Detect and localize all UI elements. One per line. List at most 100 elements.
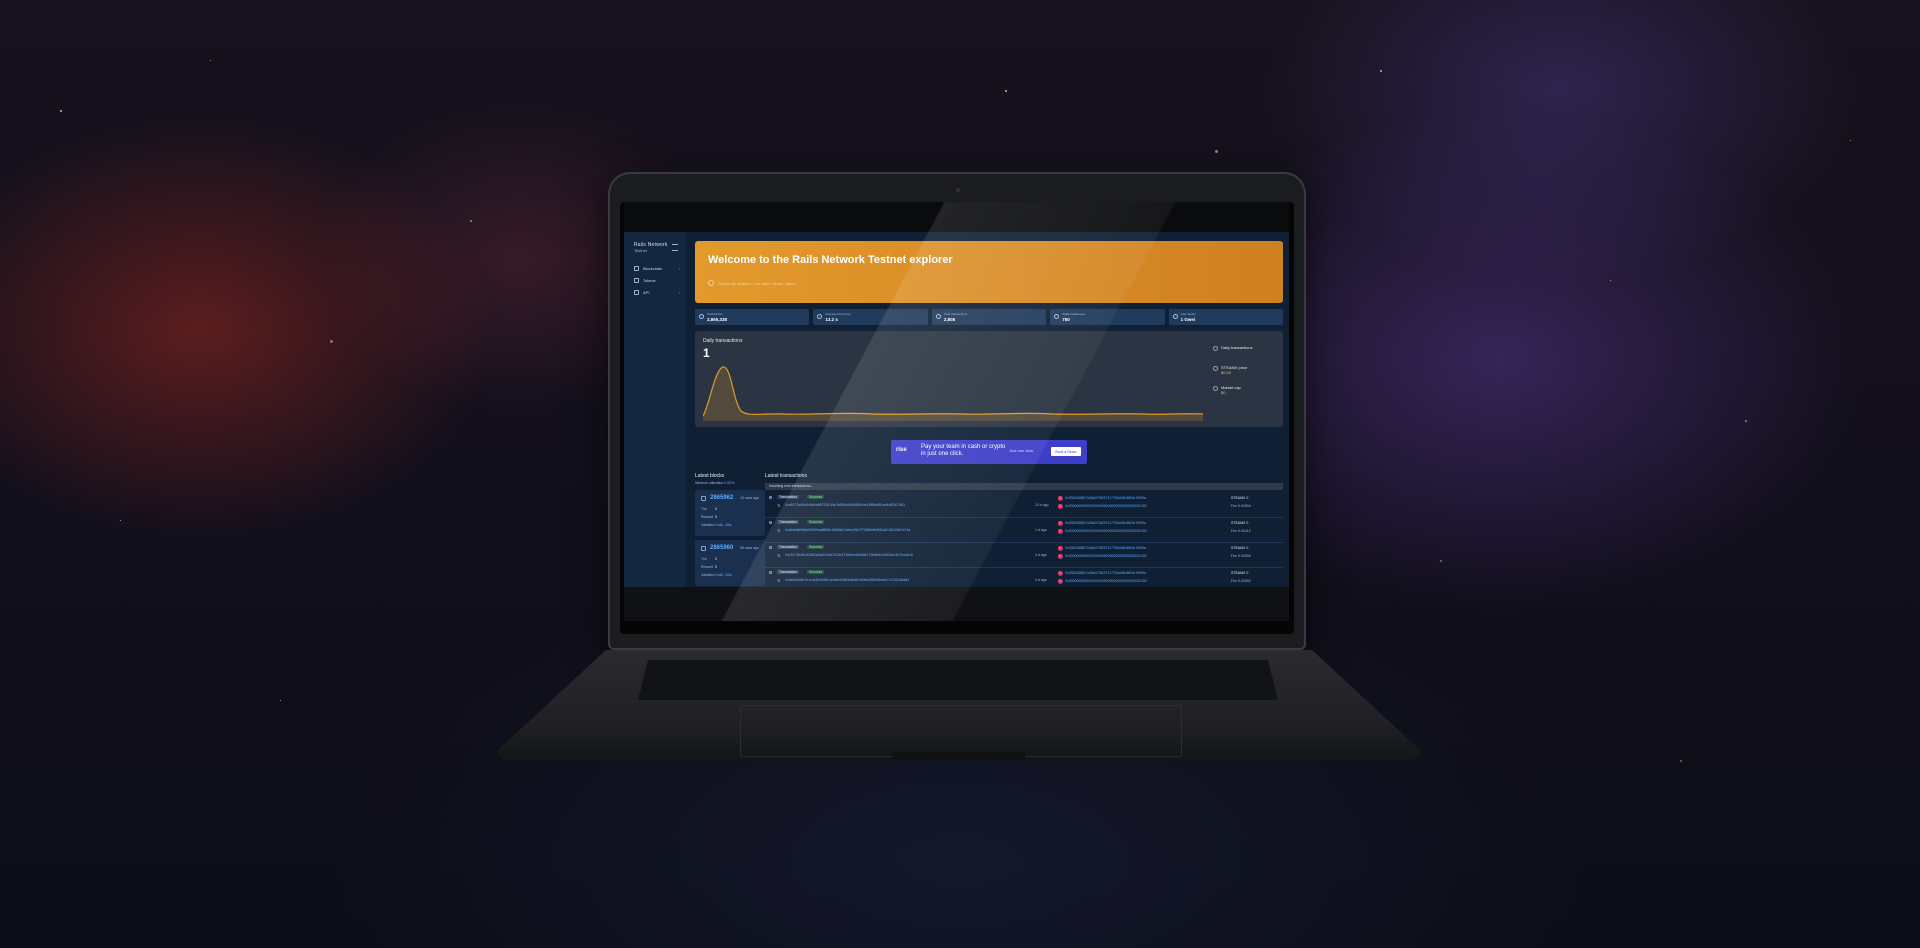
transaction-row[interactable]: Transaction Success ⇅ 0x4ba9db9d5a93669c… bbox=[765, 518, 1283, 543]
block-reward-value: 0 bbox=[715, 565, 717, 569]
transaction-hash-link[interactable]: 0x4ba9db9d5a93669ca6845e10866a7cf4ec93c7… bbox=[785, 528, 910, 532]
to-address-link[interactable]: 0x00000000000000000000000000000000000010… bbox=[1065, 504, 1147, 508]
transfer-icon: ⇅ bbox=[777, 553, 781, 558]
avatar bbox=[1058, 546, 1063, 551]
chart-line bbox=[703, 366, 1203, 417]
stat-gas-tracker[interactable]: Gas tracker 1 Gwei bbox=[1168, 309, 1284, 325]
latest-transactions-title: Latest transactions bbox=[765, 473, 807, 479]
block-validator-row: Validator0xa8...3f4c bbox=[701, 523, 732, 527]
search-input[interactable]: Search by address / txn hash / block / t… bbox=[708, 276, 1268, 290]
transaction-hash-link[interactable]: 0x9eb4a06b7e1c4c3b2d99c1ee6e4096f1a6c8c3… bbox=[785, 578, 909, 582]
block-txn-row: Txn 0 bbox=[701, 507, 717, 511]
avatar bbox=[1058, 529, 1063, 534]
star bbox=[1380, 70, 1382, 72]
from-address-link[interactable]: 0x0D8308867445a0726f37917763d4648f43c7b0… bbox=[1065, 571, 1146, 575]
transaction-value: STEAMX 0 bbox=[1231, 546, 1249, 550]
from-address-link[interactable]: 0x0D8308867445a0726f37917763d4648f43c7b0… bbox=[1065, 546, 1146, 550]
ad-logo: rise bbox=[896, 447, 907, 453]
stat-label: Wallet addresses bbox=[1062, 312, 1086, 316]
transaction-status-tag: Success bbox=[807, 495, 825, 499]
star bbox=[120, 520, 121, 521]
transaction-value: STEAMX 0 bbox=[1231, 521, 1249, 525]
star bbox=[1215, 150, 1218, 153]
transaction-age: 13 h ago bbox=[1035, 503, 1049, 507]
transaction-row[interactable]: Transaction Success ⇅ 0x16179bd8142d82a0… bbox=[765, 543, 1283, 568]
stat-label: Average block time bbox=[825, 312, 851, 316]
star bbox=[1745, 420, 1747, 422]
transaction-type-icon bbox=[769, 571, 772, 574]
hero-banner: Welcome to the Rails Network Testnet exp… bbox=[695, 241, 1283, 303]
block-validator-link[interactable]: 0xa8...3f4c bbox=[715, 573, 732, 577]
sidebar-item-api[interactable]: API › bbox=[634, 288, 680, 296]
avatar bbox=[1058, 579, 1063, 584]
ad-cta-button[interactable]: Book a Demo bbox=[1051, 447, 1081, 456]
legend-label: Daily transactions bbox=[1221, 345, 1253, 350]
laptop-keyboard bbox=[638, 660, 1278, 700]
to-address-link[interactable]: 0x00000000000000000000000000000000000010… bbox=[1065, 579, 1147, 583]
menu-toggle-icon[interactable] bbox=[672, 244, 678, 251]
transaction-hash-link[interactable]: 0x16179bd8142d82a0a57e4b0701b471f9ebeb9d… bbox=[785, 553, 913, 557]
camera-icon bbox=[956, 188, 960, 192]
ad-banner[interactable]: rise Pay your team in cash or crypto in … bbox=[891, 440, 1087, 464]
page-title: Welcome to the Rails Network Testnet exp… bbox=[708, 254, 953, 266]
block-number[interactable]: 2865962 bbox=[710, 495, 733, 501]
block-txn-value: 0 bbox=[715, 507, 717, 511]
blockchain-icon bbox=[634, 265, 639, 271]
block-reward-label: Reward bbox=[701, 515, 714, 519]
transaction-type-icon bbox=[769, 496, 772, 499]
star bbox=[1005, 90, 1007, 92]
star bbox=[210, 60, 211, 61]
block-age: 55 secs ago bbox=[740, 546, 759, 550]
transactions-icon bbox=[935, 314, 941, 319]
transaction-fee: Fee 0.00412 bbox=[1231, 529, 1251, 533]
avatar bbox=[1058, 496, 1063, 501]
avatar bbox=[1058, 504, 1063, 509]
transaction-row[interactable]: Transaction Success ⇅ 0xe8172b69cfb0bf4d… bbox=[765, 493, 1283, 518]
transaction-fee: Fee 0.00904 bbox=[1231, 504, 1251, 508]
from-address-link[interactable]: 0x0D8308867445a0726f37917763d4648f43c7b0… bbox=[1065, 521, 1146, 525]
block-card[interactable]: 2865960 55 secs ago Txn 0 Reward 0 Validat… bbox=[695, 540, 765, 586]
search-placeholder: Search by address / txn hash / block / t… bbox=[718, 280, 799, 286]
to-address-link[interactable]: 0x00000000000000000000000000000000000010… bbox=[1065, 529, 1147, 533]
legend-daily-transactions: Daily transactions bbox=[1213, 345, 1253, 351]
block-validator-label: Validator bbox=[701, 523, 715, 527]
transaction-type-tag: Transaction bbox=[777, 570, 800, 574]
transaction-age: 4 d ago bbox=[1035, 578, 1047, 582]
api-icon bbox=[634, 289, 639, 295]
transaction-fee: Fee 0.00900 bbox=[1231, 579, 1251, 583]
block-card[interactable]: 2865962 10 secs ago Txn 0 Reward 0 Validat… bbox=[695, 490, 765, 536]
block-validator-link[interactable]: 0xa8...3f4c bbox=[715, 523, 732, 527]
network-utilization-value: 0.00% bbox=[724, 481, 735, 485]
transaction-value: STEAMX 0 bbox=[1231, 496, 1249, 500]
transaction-type-icon bbox=[769, 521, 772, 524]
transaction-value: STEAMX 0 bbox=[1231, 571, 1249, 575]
ad-text: Pay your team in cash or crypto in just … bbox=[921, 444, 1006, 457]
network-utilization: Network utilization 0.00% bbox=[695, 481, 734, 485]
stat-label: Gas tracker bbox=[1180, 312, 1197, 316]
app-logo-subtitle: Testnet bbox=[634, 248, 647, 253]
stat-value: 2,808 bbox=[943, 317, 956, 322]
transaction-row[interactable]: Transaction Success ⇅ 0x9eb4a06b7e1c4c3b… bbox=[765, 568, 1283, 587]
search-icon bbox=[708, 280, 714, 286]
laptop-screen: Rails Network Testnet Blockchain › Token… bbox=[624, 232, 1289, 587]
block-reward-row: Reward 0 bbox=[701, 565, 717, 569]
transaction-age: 1 d ago bbox=[1035, 528, 1047, 532]
to-address-link[interactable]: 0x00000000000000000000000000000000000010… bbox=[1065, 554, 1147, 558]
block-number[interactable]: 2865960 bbox=[710, 545, 733, 551]
star bbox=[1440, 560, 1442, 562]
stats-row: Total blocks 2,865,338 Average block tim… bbox=[695, 309, 1284, 325]
ad-subtext: Just one click. bbox=[1009, 448, 1035, 453]
laptop-trackpad bbox=[740, 705, 1182, 757]
legend-steamx-price: STEAMX price $0.00 bbox=[1213, 365, 1247, 375]
sidebar-item-tokens[interactable]: Tokens bbox=[634, 276, 680, 284]
block-icon bbox=[701, 496, 706, 501]
from-address-link[interactable]: 0x0D8308867445a0726f37917763d4648f43c7b0… bbox=[1065, 496, 1146, 500]
transfer-icon: ⇅ bbox=[777, 578, 781, 583]
transaction-hash-link[interactable]: 0xe8172b69cfb0bf4db872261f9e1b80fdd0f5d5… bbox=[785, 503, 905, 507]
incoming-transactions-notice: Incoming new transactions... bbox=[765, 483, 1283, 490]
sidebar-item-blockchain[interactable]: Blockchain › bbox=[634, 264, 680, 272]
block-validator-row: Validator0xa8...3f4c bbox=[701, 573, 732, 577]
block-validator-label: Validator bbox=[701, 573, 715, 577]
chart-title: Daily transactions bbox=[703, 338, 743, 344]
stat-total-blocks: Total blocks 2,865,338 bbox=[695, 309, 810, 325]
